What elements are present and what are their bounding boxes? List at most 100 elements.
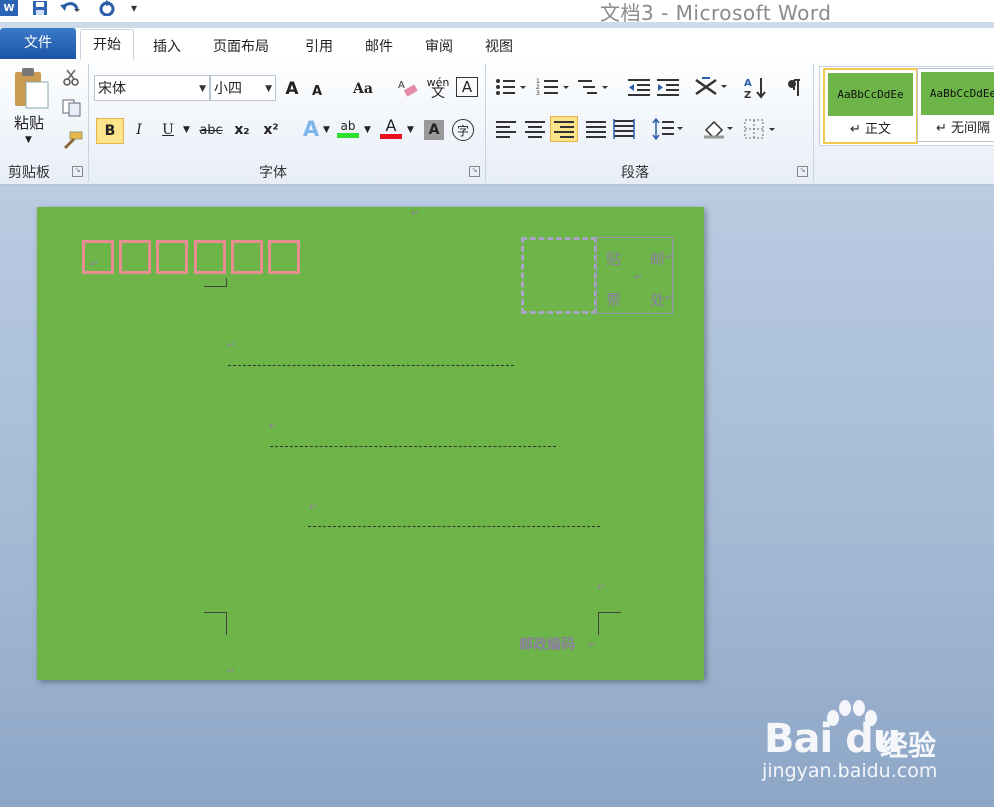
tab-mailings[interactable]: 邮件 [353, 34, 405, 60]
chinese-layout-icon[interactable] [694, 76, 728, 102]
enclose-characters-button[interactable]: 字 [452, 119, 474, 141]
zip-box [231, 240, 263, 274]
align-right-icon[interactable] [550, 116, 578, 142]
subscript-button[interactable]: x₂ [230, 118, 254, 142]
font-color-button[interactable]: A [378, 116, 404, 140]
paragraph-mark: ↵ [309, 502, 318, 513]
paragraph-mark: ↵ [269, 421, 278, 432]
highlight-dropdown-icon[interactable]: ▼ [364, 125, 371, 135]
style-preview: AaBbCcDdEe [921, 72, 994, 115]
stamp-char: 处 [650, 291, 666, 309]
character-border-button[interactable]: A [456, 77, 478, 97]
svg-text:Z: Z [744, 90, 751, 100]
clipboard-launcher-icon[interactable]: ↘ [72, 166, 83, 177]
sort-icon[interactable]: AZ [744, 76, 768, 104]
style-no-spacing[interactable]: AaBbCcDdEe ↵ 无间隔 [917, 68, 994, 142]
cut-icon[interactable] [62, 68, 80, 90]
tab-page-layout[interactable]: 页面布局 [201, 34, 281, 60]
tab-home[interactable]: 开始 [80, 29, 134, 60]
chevron-down-icon: ▼ [199, 84, 206, 94]
group-divider [88, 64, 89, 182]
customize-toolbar-icon[interactable]: ▾ [128, 0, 140, 16]
show-formatting-marks-icon[interactable] [786, 78, 804, 102]
line-spacing-icon[interactable] [652, 117, 686, 144]
paste-icon[interactable] [12, 66, 50, 114]
crop-mark [204, 612, 227, 635]
text-effects-dropdown-icon[interactable]: ▼ [323, 125, 330, 135]
tab-insert[interactable]: 插入 [141, 34, 193, 60]
change-case-button[interactable]: Aa [346, 77, 380, 101]
undo-icon[interactable] [58, 0, 82, 16]
font-launcher-icon[interactable]: ↘ [469, 166, 480, 177]
svg-text:3: 3 [536, 90, 540, 97]
shading-icon[interactable] [702, 118, 736, 144]
chevron-down-icon: ▼ [265, 84, 272, 94]
zip-box [268, 240, 300, 274]
tab-view[interactable]: 视图 [473, 34, 525, 60]
group-divider [485, 64, 486, 182]
grow-font-button[interactable]: A [282, 77, 302, 101]
justify-icon[interactable] [585, 120, 607, 142]
font-color-dropdown-icon[interactable]: ▼ [407, 125, 414, 135]
address-line [228, 365, 514, 366]
style-normal[interactable]: AaBbCcDdEe ↵ 正文 [823, 68, 918, 144]
borders-icon[interactable] [744, 119, 778, 143]
stamp-char: 贴 [606, 250, 622, 268]
paste-button[interactable]: 粘贴 [14, 112, 44, 133]
zip-box [119, 240, 151, 274]
word-app-icon[interactable]: W [0, 0, 18, 16]
distributed-icon[interactable] [613, 118, 635, 144]
bullets-icon[interactable] [495, 77, 529, 101]
paragraph-mark: ↵ [634, 272, 643, 283]
group-divider [813, 64, 814, 182]
redo-icon[interactable] [96, 0, 118, 16]
paragraph-mark: ↵ [90, 259, 99, 270]
font-size-value: 小四 [214, 81, 242, 97]
strikethrough-button[interactable]: abc [197, 118, 225, 142]
phonetic-guide-button[interactable]: wén 文 [425, 76, 451, 100]
paste-dropdown-icon[interactable]: ▼ [25, 135, 32, 145]
paw-icon [823, 700, 877, 734]
tab-references[interactable]: 引用 [293, 34, 345, 60]
shrink-font-button[interactable]: A [308, 79, 326, 103]
character-shading-button[interactable]: A [424, 120, 444, 140]
tab-review[interactable]: 审阅 [413, 34, 465, 60]
numbering-icon[interactable]: 123 [536, 77, 572, 101]
zip-box [194, 240, 226, 274]
clipboard-group-label: 剪贴板 [8, 165, 50, 181]
font-group-label: 字体 [259, 165, 287, 181]
crop-mark [598, 612, 621, 635]
align-center-icon[interactable] [524, 120, 546, 142]
highlight-button[interactable]: ab [335, 116, 361, 140]
style-preview: AaBbCcDdEe [828, 73, 913, 116]
stamp-area-dashed [521, 237, 597, 314]
font-color-text: A [385, 116, 397, 135]
bold-button[interactable]: B [96, 118, 124, 144]
zip-box [156, 240, 188, 274]
clear-formatting-icon[interactable]: A [396, 76, 420, 100]
postcode-label: 邮政编码 [519, 637, 575, 653]
svg-text:A: A [398, 80, 405, 91]
text-effects-button[interactable]: A [298, 117, 324, 141]
decrease-indent-icon[interactable] [627, 77, 651, 101]
align-left-icon[interactable] [495, 120, 517, 142]
paragraph-launcher-icon[interactable]: ↘ [797, 166, 808, 177]
multilevel-list-icon[interactable] [577, 77, 611, 101]
format-painter-icon[interactable] [60, 130, 84, 154]
superscript-button[interactable]: x² [259, 118, 283, 142]
save-icon[interactable] [30, 0, 50, 16]
underline-dropdown-icon[interactable]: ▼ [183, 125, 190, 135]
italic-button[interactable]: I [128, 118, 150, 142]
watermark-url: jingyan.baidu.com [762, 760, 938, 782]
tab-file[interactable]: 文件 [0, 28, 76, 59]
increase-indent-icon[interactable] [656, 77, 680, 101]
copy-icon[interactable] [62, 99, 82, 121]
font-size-combo[interactable]: 小四 ▼ [210, 75, 276, 101]
stamp-char: 票 [606, 291, 622, 309]
address-line [308, 526, 600, 527]
font-name-combo[interactable]: 宋体 ▼ [94, 75, 210, 101]
paragraph-mark: ↵ [588, 640, 597, 651]
paragraph-mark: ↵ [411, 208, 420, 219]
style-name: ↵ 正文 [849, 122, 892, 137]
underline-button[interactable]: U [156, 118, 180, 142]
